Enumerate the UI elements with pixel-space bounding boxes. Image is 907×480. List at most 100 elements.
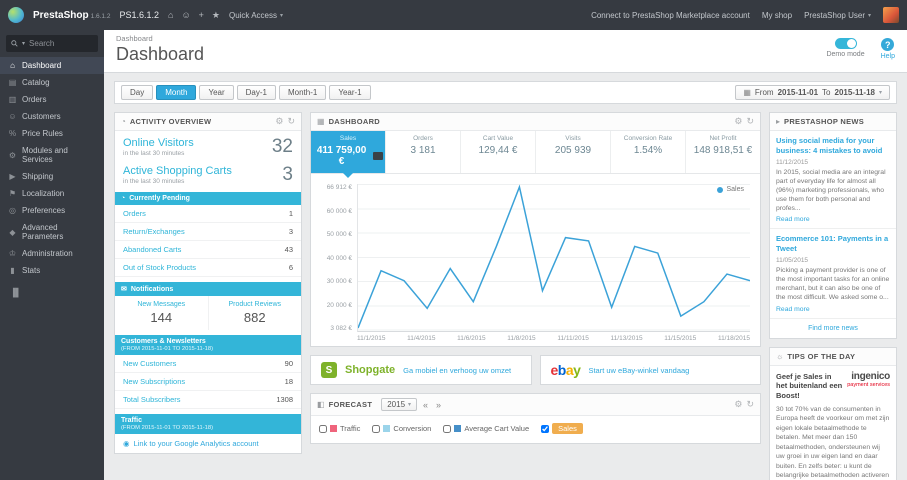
sidebar-item-stats[interactable]: ▮ Stats — [0, 262, 104, 279]
kpi-visits[interactable]: Visits 205 939 — [536, 131, 611, 173]
sidebar-item-modules[interactable]: ⚙ Modules and Services — [0, 142, 104, 168]
pending-row-abandoned-carts[interactable]: Abandoned Carts 43 — [115, 241, 301, 260]
range-day-1-button[interactable]: Day-1 — [236, 85, 276, 100]
avatar[interactable] — [883, 7, 899, 23]
kpi-row: Sales 411 759,00 € Orders 3 181 Cart Val… — [311, 131, 760, 178]
gear-icon[interactable]: ⚙ — [734, 400, 742, 409]
sidebar-item-price-rules[interactable]: % Price Rules — [0, 125, 104, 142]
gear-icon[interactable]: ⚙ — [734, 117, 742, 126]
range-year-button[interactable]: Year — [199, 85, 234, 100]
pending-row-returns[interactable]: Return/Exchanges 3 — [115, 223, 301, 242]
read-more-link[interactable]: Read more — [776, 306, 890, 313]
find-more-news-link[interactable]: Find more news — [770, 317, 896, 338]
online-visitors-sub: in the last 30 minutes — [123, 150, 185, 158]
forecast-legend-average-cart-value[interactable]: Average Cart Value — [443, 424, 529, 433]
shop-icon[interactable]: ⌂ — [168, 10, 173, 20]
refresh-icon[interactable]: ↻ — [746, 117, 754, 126]
quick-access-menu[interactable]: Quick Access ▾ — [229, 11, 283, 20]
help-icon[interactable]: ? — [881, 38, 895, 51]
next-year-button[interactable]: » — [434, 400, 443, 410]
kpi-conversion-rate[interactable]: Conversion Rate 1.54% — [611, 131, 686, 173]
forecast-legend-sales[interactable]: Sales — [541, 423, 583, 434]
read-more-link[interactable]: Read more — [776, 216, 890, 223]
sidebar-item-shipping[interactable]: ▶ Shipping — [0, 168, 104, 185]
collapse-sidebar-icon[interactable]: ▐▌ — [0, 279, 104, 306]
google-analytics-link[interactable]: ◉ Link to your Google Analytics account — [115, 434, 301, 453]
ebay-logo: ebay — [551, 362, 581, 378]
kpi-net-profit[interactable]: Net Profit 148 918,51 € — [686, 131, 760, 173]
marketplace-connect-link[interactable]: Connect to PrestaShop Marketplace accoun… — [591, 11, 750, 20]
help-label: Help — [880, 53, 895, 60]
sidebar-item-localization[interactable]: ⚑ Localization — [0, 185, 104, 202]
kpi-cart-value[interactable]: Cart Value 129,44 € — [461, 131, 536, 173]
article-title-link[interactable]: Ecommerce 101: Payments in a Tweet — [776, 234, 890, 254]
kpi-label: Net Profit — [709, 135, 737, 142]
sidebar-item-label: Preferences — [22, 206, 66, 215]
gear-icon[interactable]: ⚙ — [275, 117, 283, 126]
y-tick: 3 082 € — [330, 325, 352, 332]
orders-icon: ▥ — [8, 95, 17, 104]
range-year-1-button[interactable]: Year-1 — [329, 85, 371, 100]
customers-row-new-subscriptions[interactable]: New Subscriptions 18 — [115, 373, 301, 392]
prev-year-button[interactable]: « — [421, 400, 430, 410]
article-title-link[interactable]: Using social media for your business: 4 … — [776, 136, 890, 156]
calendar-icon: ▦ — [743, 88, 751, 97]
kpi-value: 411 759,00 € — [316, 145, 367, 167]
x-tick: 11/1/2015 — [357, 335, 386, 342]
demo-mode-toggle[interactable] — [834, 38, 857, 49]
ebay-module-box: ebay Start uw eBay-winkel vandaag — [539, 355, 761, 385]
prestashop-news-panel: ▸ PRESTASHOP NEWS Using social media for… — [769, 112, 897, 339]
new-messages-stat[interactable]: New Messages 144 — [115, 296, 208, 330]
ebay-cta-link[interactable]: Start uw eBay-winkel vandaag — [588, 366, 689, 375]
user-menu[interactable]: PrestaShop User ▾ — [804, 11, 871, 20]
traffic-title: Traffic — [121, 417, 143, 425]
kpi-sales[interactable]: Sales 411 759,00 € — [311, 131, 386, 178]
product-reviews-stat[interactable]: Product Reviews 882 — [207, 296, 302, 331]
forecast-year-select[interactable]: 2015 ▾ — [381, 398, 418, 411]
forecast-legend-conversion[interactable]: Conversion — [372, 424, 431, 433]
refresh-icon[interactable]: ↻ — [287, 117, 295, 126]
sales-trend-badge[interactable] — [373, 152, 383, 160]
y-tick: 40 000 € — [326, 254, 352, 262]
chart-legend[interactable]: Sales — [717, 186, 744, 193]
sidebar-item-preferences[interactable]: ◎ Preferences — [0, 202, 104, 219]
sidebar-search[interactable]: ▾ — [6, 35, 98, 52]
add-icon[interactable]: + — [199, 10, 204, 20]
legend-dot — [717, 186, 724, 193]
range-month-button[interactable]: Month — [156, 85, 197, 100]
search-input[interactable] — [29, 39, 93, 48]
trophy-icon[interactable]: ★ — [212, 10, 220, 21]
pending-row-orders[interactable]: Orders 1 — [115, 205, 301, 224]
conversion-checkbox[interactable] — [372, 424, 381, 433]
kpi-orders[interactable]: Orders 3 181 — [386, 131, 461, 173]
pending-row-out-of-stock[interactable]: Out of Stock Products 6 — [115, 259, 301, 278]
traffic-checkbox[interactable] — [319, 424, 327, 433]
y-tick: 60 000 € — [326, 207, 352, 215]
stat-label: New Messages — [137, 301, 186, 309]
my-shop-link[interactable]: My shop — [762, 11, 792, 20]
sidebar-item-customers[interactable]: ☺ Customers — [0, 108, 104, 125]
topbar-icons: ⌂ ☺ + ★ — [168, 10, 220, 21]
stats-icon: ▮ — [10, 266, 15, 275]
kpi-value: 148 918,51 € — [693, 145, 753, 156]
refresh-icon[interactable]: ↻ — [746, 400, 754, 409]
customers-row-total-subscribers[interactable]: Total Subscribers 1308 — [115, 391, 301, 410]
sales-checkbox[interactable] — [541, 424, 550, 433]
shopgate-cta-link[interactable]: Ga mobiel en verhoog uw omzet — [403, 366, 511, 375]
forecast-legend-traffic[interactable]: Traffic — [319, 424, 360, 433]
average-cart-value-checkbox[interactable] — [443, 424, 452, 433]
range-month-1-button[interactable]: Month-1 — [278, 85, 327, 100]
sidebar-item-orders[interactable]: ▥ Orders — [0, 91, 104, 108]
employees-icon[interactable]: ☺ — [181, 10, 190, 20]
sidebar: ▾ ⌂ Dashboard ▤ Catalog ▥ Orders ☺ Customers… — [0, 30, 104, 480]
sidebar-item-advanced-parameters[interactable]: ◆ Advanced Parameters — [0, 219, 104, 245]
topbar: PrestaShop 1.6.1.2 PS1.6.1.2 ⌂ ☺ + ★ Quic… — [0, 0, 907, 30]
sidebar-item-administration[interactable]: ♔ Administration — [0, 245, 104, 262]
sidebar-item-catalog[interactable]: ▤ Catalog — [0, 74, 104, 91]
date-range-picker[interactable]: ▦ From 2015-11-01 To 2015-11-18 ▾ — [735, 85, 890, 100]
active-carts-value: 3 — [282, 164, 293, 186]
x-tick: 11/13/2015 — [610, 335, 643, 342]
customers-row-new-customers[interactable]: New Customers 90 — [115, 355, 301, 374]
sidebar-item-dashboard[interactable]: ⌂ Dashboard — [0, 57, 104, 74]
range-day-button[interactable]: Day — [121, 85, 154, 100]
